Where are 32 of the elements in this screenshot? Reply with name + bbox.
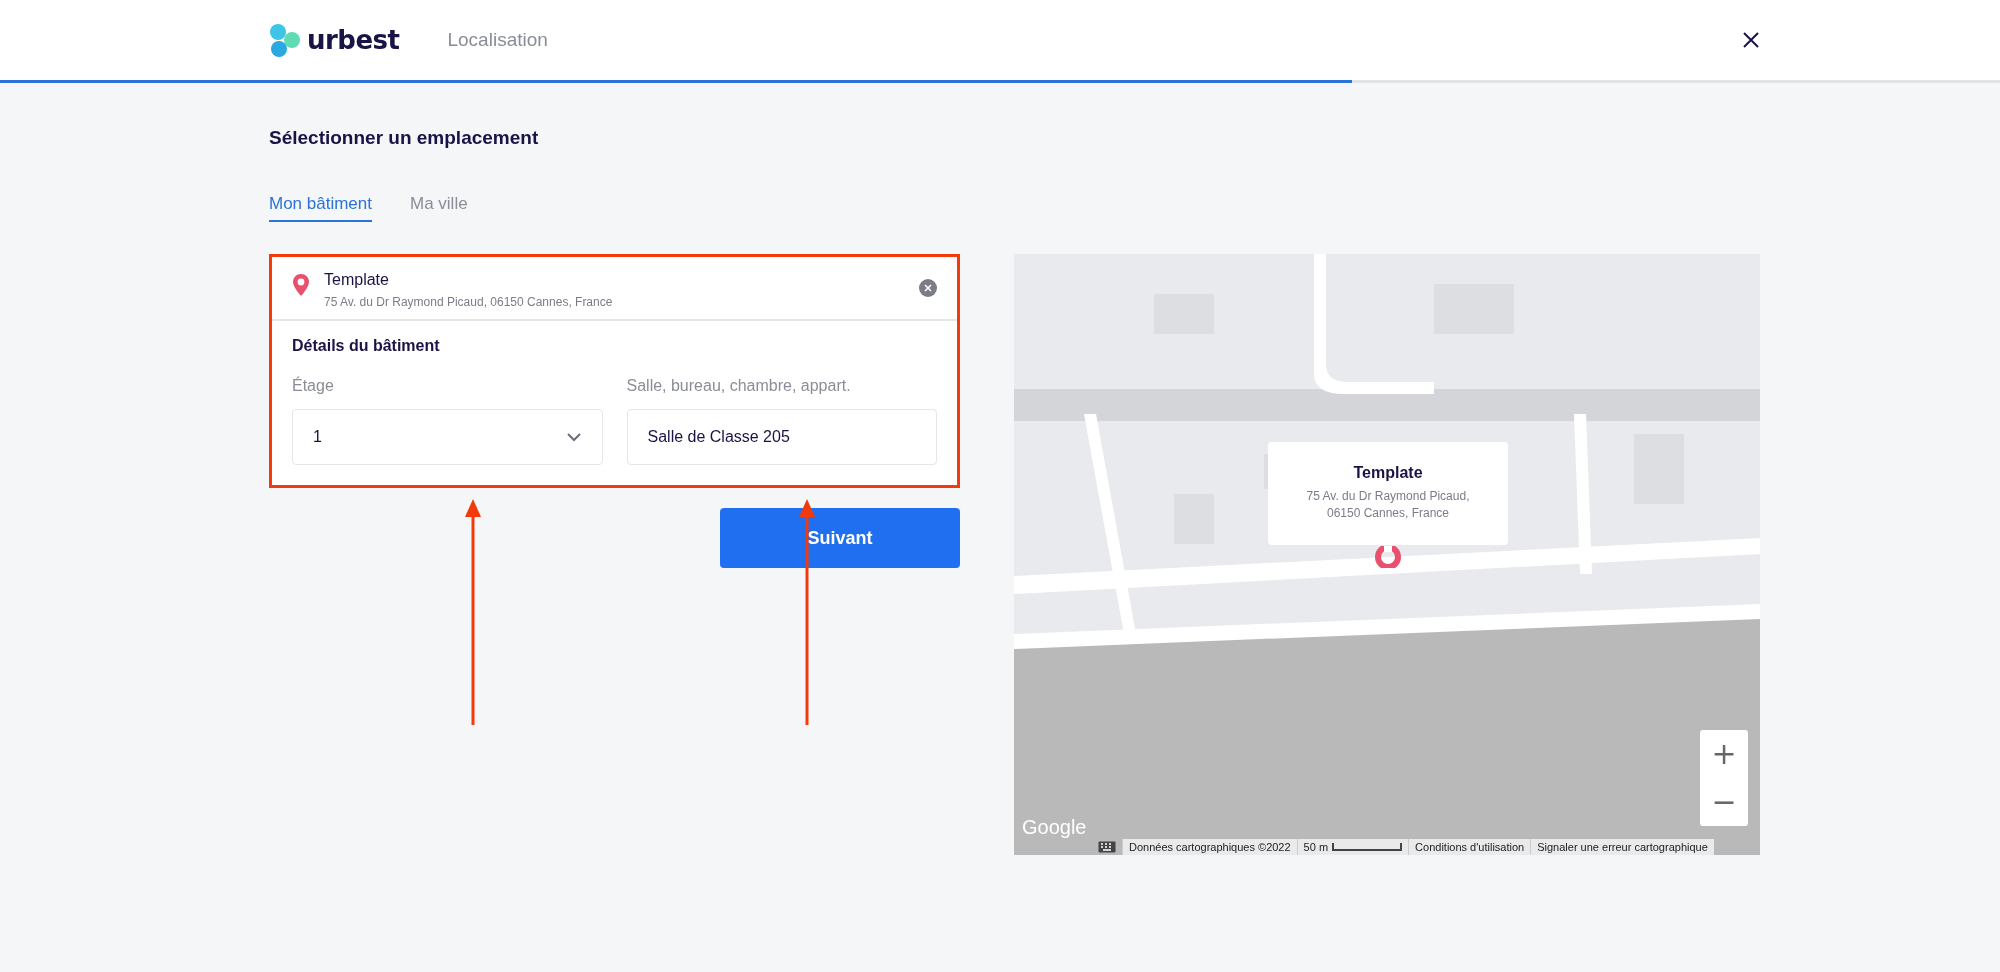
- map-logo: Google: [1022, 816, 1087, 839]
- terms-link[interactable]: Conditions d'utilisation: [1408, 839, 1531, 855]
- floor-dropdown[interactable]: 1: [292, 409, 603, 465]
- clear-icon: [919, 279, 937, 297]
- clear-button[interactable]: [919, 279, 937, 297]
- field-label: Salle, bureau, chambre, appart.: [626, 377, 852, 395]
- room-input-field[interactable]: Salle de Classe 205: [626, 409, 937, 465]
- page-title: Localisation: [447, 29, 548, 51]
- chevron-down-icon: [565, 432, 582, 442]
- location-address: 75 Av. du Dr Raymond Picaud, 06150 Cannes, France: [324, 295, 614, 309]
- scale-bar-icon: [1332, 843, 1403, 851]
- keyboard-icon: [1098, 841, 1116, 853]
- tab[interactable]: Ma ville: [410, 194, 468, 222]
- logo-icon: [269, 23, 301, 57]
- zoom-in-button[interactable]: +: [1700, 730, 1748, 778]
- logo-wordmark: urbest: [307, 25, 400, 55]
- next-button[interactable]: Suivant: [720, 508, 960, 568]
- popup-address: 75 Av. du Dr Raymond Picaud,: [1305, 488, 1471, 505]
- location-name: Template: [324, 271, 390, 289]
- popup-address: 06150 Cannes, France: [1325, 505, 1451, 522]
- report-link[interactable]: Signaler une erreur cartographique: [1530, 839, 1714, 855]
- section-heading: Sélectionner un emplacement: [269, 127, 540, 149]
- details-title: Détails du bâtiment: [292, 337, 441, 355]
- field-label: Étage: [292, 377, 335, 395]
- map-data-credit: Données cartographiques ©2022: [1122, 839, 1297, 855]
- close-button[interactable]: [1742, 31, 1760, 49]
- location-pin-icon: [292, 273, 310, 297]
- tab[interactable]: Mon bâtiment: [269, 194, 372, 222]
- popup-title: Template: [1352, 464, 1424, 482]
- close-icon: [1742, 31, 1760, 49]
- scale-label: 50 m: [1303, 840, 1329, 855]
- zoom-out-button[interactable]: −: [1700, 778, 1748, 826]
